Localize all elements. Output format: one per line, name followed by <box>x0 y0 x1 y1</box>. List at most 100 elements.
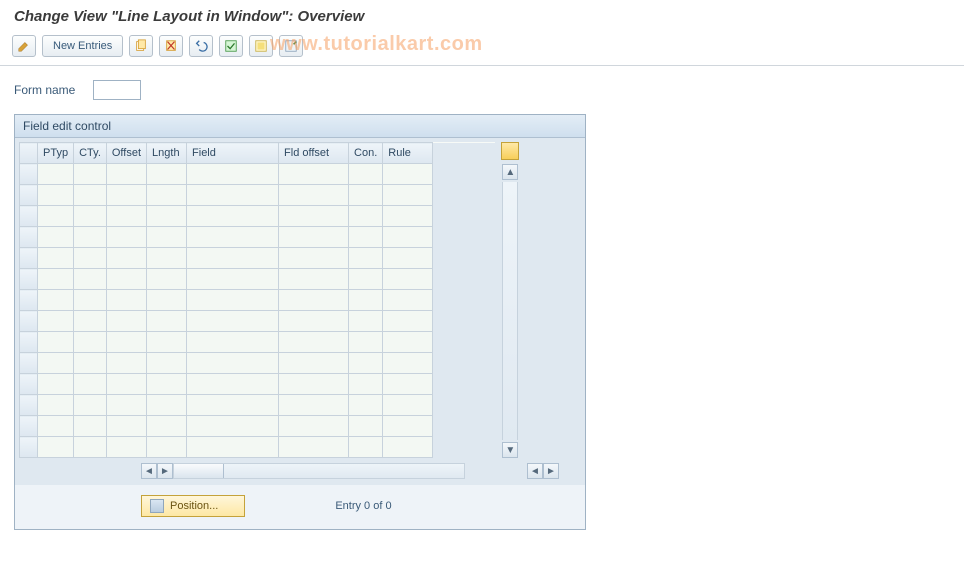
cell[interactable] <box>187 311 279 332</box>
cell[interactable] <box>187 248 279 269</box>
cell[interactable] <box>74 437 107 458</box>
cell[interactable] <box>147 248 187 269</box>
cell[interactable] <box>187 206 279 227</box>
cell[interactable] <box>147 185 187 206</box>
cell[interactable] <box>187 332 279 353</box>
select-block-button[interactable] <box>249 35 273 57</box>
cell[interactable] <box>74 311 107 332</box>
scroll-right-end-button[interactable]: ► <box>543 463 559 479</box>
cell[interactable] <box>349 269 383 290</box>
cell[interactable] <box>38 416 74 437</box>
cell[interactable] <box>38 353 74 374</box>
cell[interactable] <box>279 206 349 227</box>
cell[interactable] <box>279 374 349 395</box>
cell[interactable] <box>106 332 146 353</box>
cell[interactable] <box>147 164 187 185</box>
cell[interactable] <box>349 248 383 269</box>
cell[interactable] <box>106 437 146 458</box>
cell[interactable] <box>279 353 349 374</box>
cell[interactable] <box>383 374 433 395</box>
copy-button[interactable] <box>129 35 153 57</box>
cell[interactable] <box>279 248 349 269</box>
cell[interactable] <box>349 353 383 374</box>
cell[interactable] <box>349 395 383 416</box>
cell[interactable] <box>106 269 146 290</box>
cell[interactable] <box>187 269 279 290</box>
cell[interactable] <box>38 248 74 269</box>
cell[interactable] <box>106 206 146 227</box>
cell[interactable] <box>74 269 107 290</box>
table-row[interactable] <box>20 416 495 437</box>
col-header-ptyp[interactable]: PTyp <box>38 143 74 164</box>
cell[interactable] <box>349 164 383 185</box>
vscroll-track[interactable] <box>502 182 518 440</box>
cell[interactable] <box>74 353 107 374</box>
cell[interactable] <box>383 206 433 227</box>
form-name-input[interactable] <box>93 80 141 100</box>
cell[interactable] <box>349 290 383 311</box>
row-header[interactable] <box>20 416 38 437</box>
table-row[interactable] <box>20 248 495 269</box>
cell[interactable] <box>74 164 107 185</box>
row-header[interactable] <box>20 227 38 248</box>
cell[interactable] <box>147 311 187 332</box>
table-row[interactable] <box>20 374 495 395</box>
cell[interactable] <box>279 227 349 248</box>
cell[interactable] <box>147 290 187 311</box>
cell[interactable] <box>38 395 74 416</box>
col-header-length[interactable]: Lngth <box>147 143 187 164</box>
table-row[interactable] <box>20 269 495 290</box>
hscroll-thumb[interactable] <box>174 464 224 478</box>
scroll-down-button[interactable]: ▼ <box>502 442 518 458</box>
cell[interactable] <box>349 374 383 395</box>
table-row[interactable] <box>20 185 495 206</box>
cell[interactable] <box>383 332 433 353</box>
undo-button[interactable] <box>189 35 213 57</box>
cell[interactable] <box>279 164 349 185</box>
cell[interactable] <box>349 332 383 353</box>
cell[interactable] <box>38 164 74 185</box>
cell[interactable] <box>383 269 433 290</box>
table-row[interactable] <box>20 227 495 248</box>
cell[interactable] <box>349 416 383 437</box>
row-header[interactable] <box>20 290 38 311</box>
cell[interactable] <box>279 185 349 206</box>
cell[interactable] <box>187 416 279 437</box>
cell[interactable] <box>38 374 74 395</box>
deselect-all-button[interactable] <box>279 35 303 57</box>
cell[interactable] <box>147 227 187 248</box>
cell[interactable] <box>349 185 383 206</box>
row-header[interactable] <box>20 353 38 374</box>
cell[interactable] <box>147 416 187 437</box>
grid-table[interactable]: PTyp CTy. Offset Lngth Field Fld offset … <box>19 142 495 458</box>
cell[interactable] <box>106 290 146 311</box>
cell[interactable] <box>279 290 349 311</box>
configure-columns-icon[interactable] <box>501 142 519 160</box>
row-header[interactable] <box>20 164 38 185</box>
row-header[interactable] <box>20 206 38 227</box>
row-header[interactable] <box>20 269 38 290</box>
cell[interactable] <box>74 374 107 395</box>
cell[interactable] <box>106 227 146 248</box>
cell[interactable] <box>187 437 279 458</box>
cell[interactable] <box>383 437 433 458</box>
toggle-edit-button[interactable] <box>12 35 36 57</box>
cell[interactable] <box>38 206 74 227</box>
cell[interactable] <box>383 227 433 248</box>
table-row[interactable] <box>20 164 495 185</box>
cell[interactable] <box>279 416 349 437</box>
col-header-rule[interactable]: Rule <box>383 143 433 164</box>
cell[interactable] <box>106 164 146 185</box>
table-row[interactable] <box>20 395 495 416</box>
cell[interactable] <box>349 227 383 248</box>
cell[interactable] <box>383 248 433 269</box>
cell[interactable] <box>74 395 107 416</box>
horizontal-scrollbar[interactable]: ◄ ► ◄ ► <box>15 460 585 485</box>
cell[interactable] <box>74 416 107 437</box>
scroll-up-button[interactable]: ▲ <box>502 164 518 180</box>
cell[interactable] <box>187 374 279 395</box>
cell[interactable] <box>383 290 433 311</box>
cell[interactable] <box>147 353 187 374</box>
cell[interactable] <box>349 206 383 227</box>
vertical-scrollbar[interactable]: ▲ ▼ <box>499 142 521 458</box>
